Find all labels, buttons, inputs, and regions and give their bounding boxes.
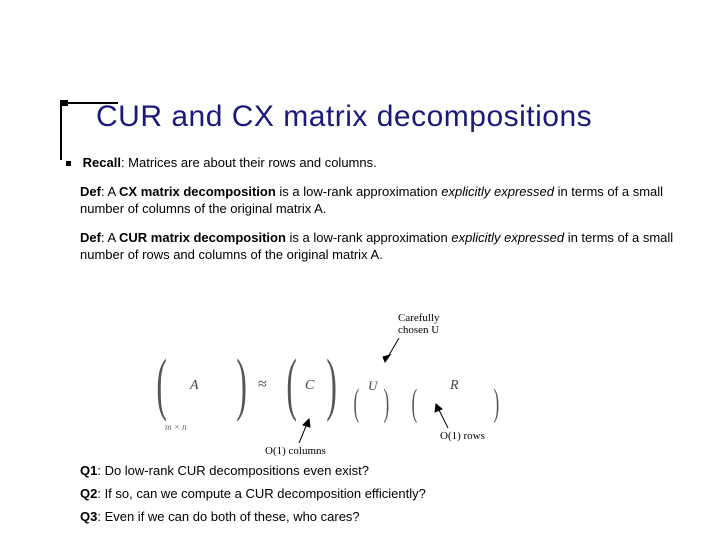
matrix-A-sub: m × n <box>165 422 187 432</box>
q3-label: Q3 <box>80 509 97 524</box>
cur-diagram: ( A ) m × n ≈ ( C ) ( U ) ( R ) Carefull… <box>150 350 550 460</box>
q3-text: : Even if we can do both of these, who c… <box>97 509 359 524</box>
def-cur-mid: is a low-rank approximation <box>286 230 451 245</box>
def-cx-mid: is a low-rank approximation <box>276 184 441 199</box>
title-rule-vert <box>60 100 62 160</box>
bullet-icon <box>66 161 71 166</box>
matrix-U: U <box>368 378 377 394</box>
def-cx-term: CX matrix decomposition <box>119 184 276 199</box>
arrow-icon <box>381 338 403 368</box>
paren-left-icon: ( <box>286 350 296 420</box>
q1: Q1: Do low-rank CUR decompositions even … <box>80 463 680 478</box>
paren-right-icon: ) <box>493 368 499 438</box>
paren-left-icon: ( <box>353 368 359 438</box>
def-label: Def <box>80 230 101 245</box>
matrix-C: C <box>305 378 314 394</box>
recall-line: Recall: Matrices are about their rows an… <box>80 155 680 172</box>
slide-body: Recall: Matrices are about their rows an… <box>80 155 680 275</box>
def-cur-em: explicitly expressed <box>451 230 564 245</box>
recall-text: : Matrices are about their rows and colu… <box>121 155 377 170</box>
q1-text: : Do low-rank CUR decompositions even ex… <box>97 463 369 478</box>
def-cur-pre: : A <box>101 230 119 245</box>
q2-text: : If so, can we compute a CUR decomposit… <box>97 486 426 501</box>
anno-u: Carefully chosen U <box>398 312 468 336</box>
title-rule-horiz <box>62 100 80 106</box>
slide: CUR and CX matrix decompositions Recall:… <box>0 0 720 540</box>
def-cx-pre: : A <box>101 184 119 199</box>
q2-label: Q2 <box>80 486 97 501</box>
recall-label: Recall <box>83 155 121 170</box>
arrow-icon <box>295 415 315 445</box>
paren-right-icon: ) <box>383 368 389 438</box>
arrow-icon <box>430 400 454 432</box>
def-cx-em: explicitly expressed <box>441 184 554 199</box>
paren-right-icon: ) <box>326 350 336 420</box>
q2: Q2: If so, can we compute a CUR decompos… <box>80 486 680 501</box>
matrix-A: A <box>190 378 199 394</box>
def-label: Def <box>80 184 101 199</box>
anno-cols: O(1) columns <box>265 445 326 457</box>
paren-left-icon: ( <box>156 350 166 420</box>
q3: Q3: Even if we can do both of these, who… <box>80 509 680 524</box>
questions-block: Q1: Do low-rank CUR decompositions even … <box>80 463 680 532</box>
matrix-R: R <box>450 378 459 394</box>
def-cx: Def: A CX matrix decomposition is a low-… <box>80 184 680 218</box>
def-cur: Def: A CUR matrix decomposition is a low… <box>80 230 680 264</box>
paren-left-icon: ( <box>411 368 417 438</box>
paren-right-icon: ) <box>236 350 246 420</box>
q1-label: Q1 <box>80 463 97 478</box>
slide-title: CUR and CX matrix decompositions <box>96 100 592 134</box>
def-cur-term: CUR matrix decomposition <box>119 230 286 245</box>
approx-symbol: ≈ <box>258 376 267 394</box>
